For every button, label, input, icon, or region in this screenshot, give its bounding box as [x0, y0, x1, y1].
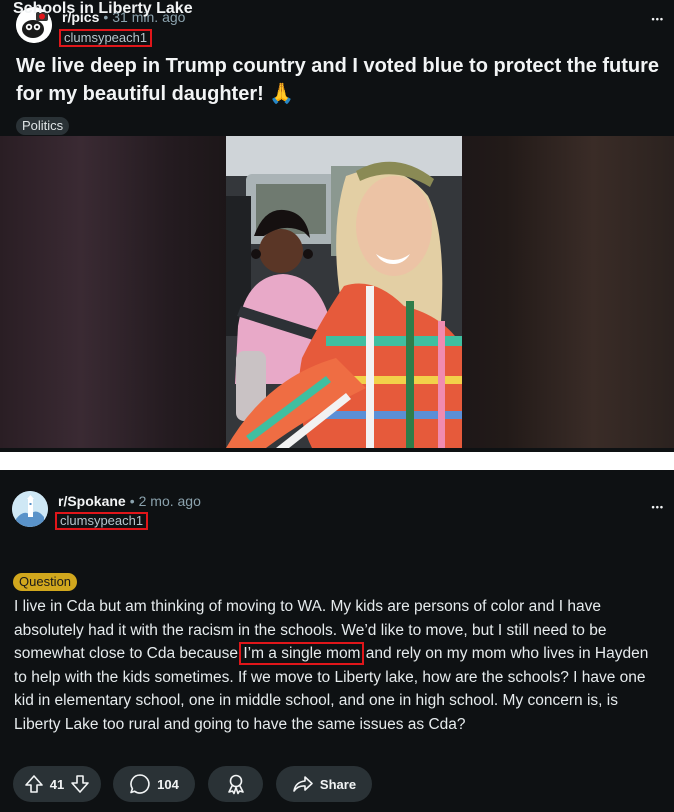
post-media[interactable] — [0, 136, 674, 448]
comment-count: 104 — [157, 776, 179, 792]
award-icon — [227, 774, 244, 795]
vote-bar: 41 — [13, 766, 101, 802]
comment-icon — [130, 774, 150, 794]
post-photo[interactable] — [226, 136, 462, 448]
more-options-icon[interactable]: ••• — [652, 502, 664, 512]
post-body: I live in Cda but am thinking of moving … — [14, 595, 664, 736]
award-button[interactable] — [208, 766, 263, 802]
username[interactable]: clumsypeach1 — [55, 512, 149, 530]
subreddit-name[interactable]: r/Spokane — [58, 493, 126, 509]
post-flair[interactable]: Question — [13, 573, 78, 591]
spokane-avatar-icon — [12, 491, 48, 527]
post-meta: r/Spokane • 2 mo. ago — [58, 493, 201, 509]
vote-count: 41 — [49, 776, 65, 792]
post-time: 2 mo. ago — [138, 493, 201, 509]
username[interactable]: clumsypeach1 — [59, 29, 153, 47]
meta-separator: • — [129, 493, 135, 509]
post-title[interactable]: Schools in Liberty Lake — [13, 0, 663, 18]
selfie-photo-image — [226, 136, 462, 448]
post-title[interactable]: We live deep in Trump country and I vote… — [16, 52, 666, 108]
subreddit-avatar[interactable] — [12, 491, 48, 527]
share-button[interactable]: Share — [276, 766, 372, 802]
share-label: Share — [319, 776, 357, 792]
share-icon — [293, 776, 313, 792]
highlighted-phrase: I’m a single mom — [239, 642, 365, 665]
downvote-icon[interactable] — [70, 774, 90, 794]
post-flair[interactable]: Politics — [16, 117, 70, 135]
comments-button[interactable]: 104 — [113, 766, 195, 802]
upvote-icon[interactable] — [24, 774, 44, 794]
post-card-pics: r/pics • 31 min. ago clumsypeach1 ••• We… — [0, 0, 674, 452]
